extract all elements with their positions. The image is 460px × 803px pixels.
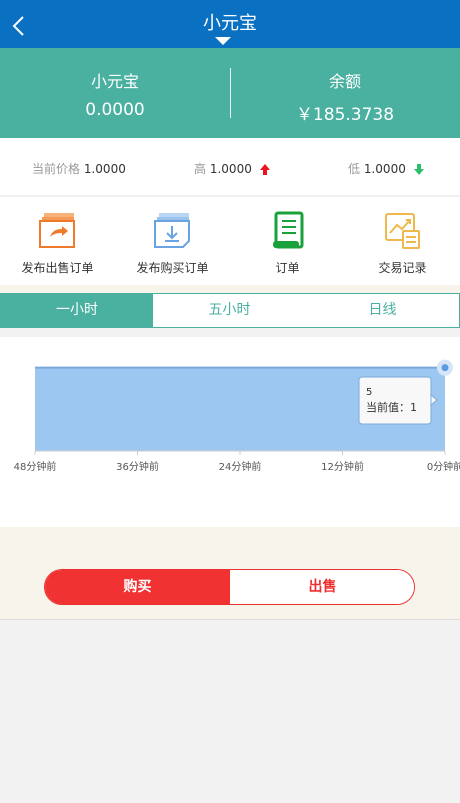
tab-five-hours[interactable]: 五小时 <box>153 294 306 327</box>
tooltip-value: 当前值：1 <box>366 400 417 414</box>
sell-button[interactable]: 出售 <box>230 570 414 604</box>
trade-record-button[interactable]: 交易记录 <box>345 211 460 276</box>
orders-button[interactable]: 订单 <box>230 211 345 276</box>
low-price-label: 低 <box>348 162 361 176</box>
buy-order-label: 发布购买订单 <box>136 261 209 275</box>
buy-order-button[interactable]: 发布购买订单 <box>115 211 230 276</box>
low-price: 低 1.0000 <box>348 160 424 177</box>
cash-balance-label: 余额 <box>328 72 361 91</box>
tooltip-value-label: 当前值： <box>366 400 410 414</box>
x-tick-label: 0分钟前 <box>427 460 460 473</box>
cash-balance: 余额 ￥185.3738 <box>230 68 460 125</box>
up-arrow-icon <box>259 164 270 175</box>
price-chart[interactable]: 48分钟前 36分钟前 24分钟前 12分钟前 0分钟前 5 当前值：1 <box>0 337 460 527</box>
tab-one-hour[interactable]: 一小时 <box>1 294 153 327</box>
coin-balance: 小元宝 0.0000 <box>0 68 230 120</box>
order-list-icon <box>272 211 303 249</box>
dropdown-caret-icon[interactable] <box>215 37 231 45</box>
current-price: 当前价格 1.0000 <box>32 160 126 177</box>
price-summary: 当前价格 1.0000 高 1.0000 低 1.0000 <box>0 138 460 196</box>
trade-record-icon <box>384 213 420 249</box>
sell-order-icon <box>38 213 75 248</box>
low-price-value: 1.0000 <box>363 162 406 176</box>
cash-balance-value: ￥185.3738 <box>295 105 395 125</box>
section-divider <box>0 285 460 293</box>
sell-order-label: 发布出售订单 <box>21 261 94 275</box>
high-price-label: 高 <box>194 162 207 176</box>
page-title[interactable]: 小元宝 <box>0 9 460 35</box>
high-price-value: 1.0000 <box>209 162 252 176</box>
buy-order-icon <box>153 213 190 248</box>
x-tick-label: 36分钟前 <box>116 460 159 473</box>
chart-tooltip: 5 当前值：1 <box>358 376 438 425</box>
trade-toggle: 购买 出售 <box>44 569 415 605</box>
trade-record-label: 交易记录 <box>378 261 427 275</box>
x-tick-label: 24分钟前 <box>219 460 262 473</box>
down-arrow-icon <box>413 164 424 175</box>
high-price: 高 1.0000 <box>194 160 270 177</box>
sell-order-button[interactable]: 发布出售订单 <box>0 211 115 276</box>
data-point <box>441 364 449 372</box>
coin-balance-label: 小元宝 <box>90 72 139 91</box>
current-price-label: 当前价格 <box>32 162 81 176</box>
balance-panel: 小元宝 0.0000 余额 ￥185.3738 <box>0 48 460 138</box>
action-menu: 发布出售订单 发布购买订单 订单 交易记录 <box>0 197 460 285</box>
buy-button[interactable]: 购买 <box>45 570 230 604</box>
orders-label: 订单 <box>275 261 300 275</box>
tab-daily[interactable]: 日线 <box>306 294 459 327</box>
x-tick-label: 48分钟前 <box>14 460 57 473</box>
timeframe-tabs: 一小时 五小时 日线 <box>0 293 460 328</box>
tooltip-title: 5 <box>366 387 372 398</box>
x-tick-label: 12分钟前 <box>321 460 364 473</box>
coin-balance-value: 0.0000 <box>85 100 145 120</box>
top-bar: 小元宝 <box>0 0 460 48</box>
trade-area: 购买 出售 <box>0 527 460 620</box>
tooltip-value-number: 1 <box>410 401 417 414</box>
price-chart-svg: 48分钟前 36分钟前 24分钟前 12分钟前 0分钟前 5 当前值：1 <box>14 359 460 473</box>
current-price-value: 1.0000 <box>83 162 126 176</box>
